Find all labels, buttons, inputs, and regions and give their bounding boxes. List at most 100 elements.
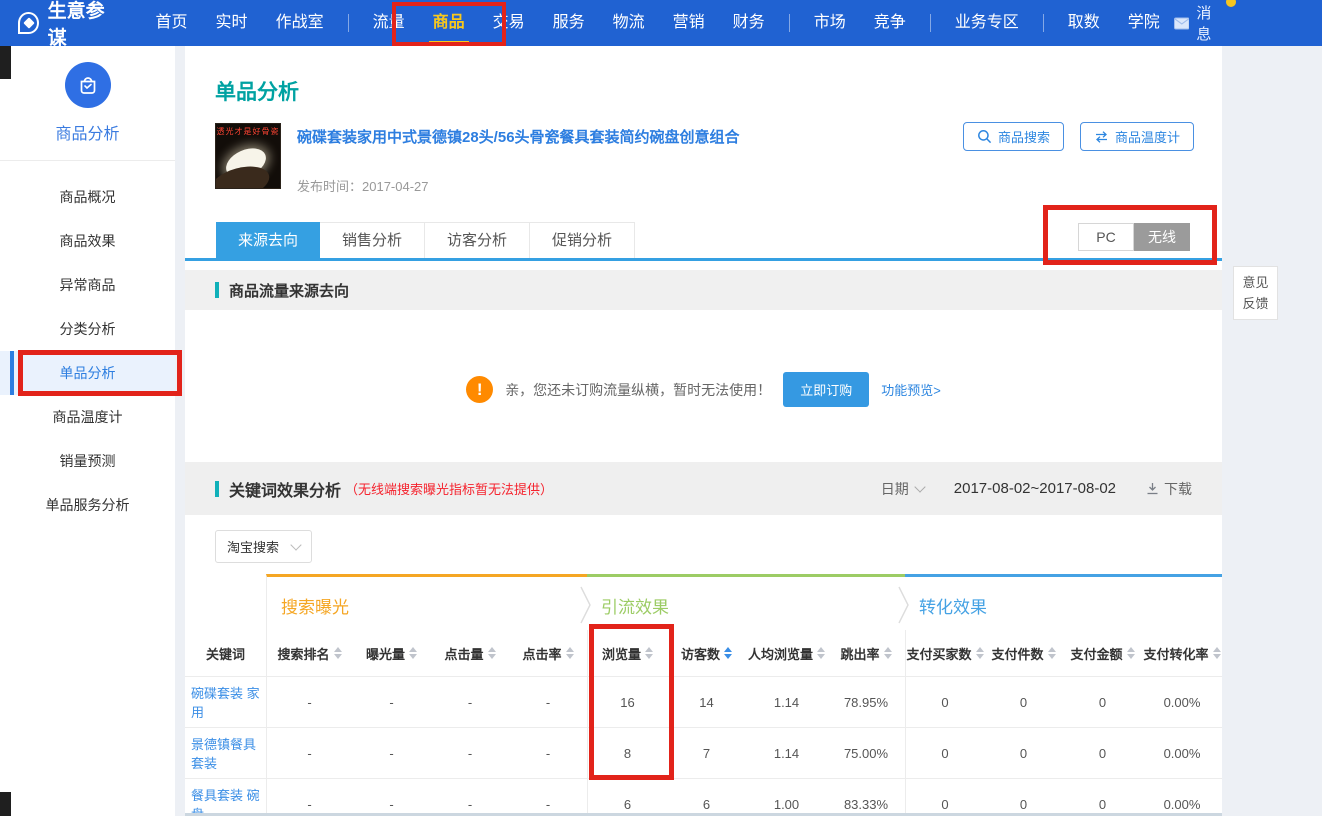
nav-item-home[interactable]: 首页 [142, 0, 202, 46]
table-cell-bounce-rate: 78.95% [827, 677, 905, 727]
download-label: 下载 [1164, 479, 1192, 499]
nav-item-academy[interactable]: 学院 [1114, 0, 1174, 46]
nav-item-traffic[interactable]: 流量 [359, 0, 419, 46]
sidebar-item-sales-forecast[interactable]: 销量预测 [0, 439, 175, 483]
tab-sales-analysis[interactable]: 销售分析 [320, 223, 425, 258]
keyword-section-note: （无线端搜索曝光指标暂无法提供） [345, 479, 553, 498]
nav-item-data-extract[interactable]: 取数 [1054, 0, 1114, 46]
feature-preview-link[interactable]: 功能预览> [881, 380, 941, 399]
nav-item-marketing[interactable]: 营销 [659, 0, 719, 46]
column-header-clicks[interactable]: 点击量 [431, 630, 509, 676]
header-actions: 商品搜索 商品温度计 [963, 122, 1194, 151]
column-header-buyers[interactable]: 支付买家数 [905, 630, 984, 676]
column-header-ctr[interactable]: 点击率 [509, 630, 587, 676]
sidebar-module-title: 商品分析 [0, 120, 175, 144]
nav-item-trade[interactable]: 交易 [479, 0, 539, 46]
table-cell-impressions: - [352, 728, 431, 778]
keyword-section-header: 关键词效果分析 （无线端搜索曝光指标暂无法提供） 日期 2017-08-02~2… [185, 462, 1222, 515]
column-header-conversion-rate[interactable]: 支付转化率 [1142, 630, 1222, 676]
nav-item-business-zone[interactable]: 业务专区 [941, 0, 1033, 46]
table-cell-search-rank: - [266, 779, 352, 816]
table-cell-items-paid: 0 [984, 677, 1063, 727]
column-header-avg-pageviews[interactable]: 人均浏览量 [746, 630, 827, 676]
sort-arrows-icon [488, 647, 496, 659]
compass-logo-icon [18, 12, 39, 34]
nav-item-competition[interactable]: 竞争 [860, 0, 920, 46]
product-thumbnail[interactable]: 透光才是好骨瓷 [215, 123, 281, 189]
message-label: 消息 [1196, 2, 1224, 44]
brand-logo[interactable]: 生意参谋 [18, 0, 118, 50]
message-button[interactable]: 消息 [1174, 2, 1224, 44]
column-header-visitors[interactable]: 访客数 [667, 630, 746, 676]
table-cell-conversion-rate: 0.00% [1142, 677, 1222, 727]
table-cell-impressions: - [352, 779, 431, 816]
order-now-button[interactable]: 立即订购 [783, 372, 869, 407]
sidebar-item-item-analysis[interactable]: 单品分析 [0, 351, 175, 395]
table-cell-conversion-rate: 0.00% [1142, 728, 1222, 778]
download-button[interactable]: 下载 [1146, 479, 1192, 499]
feedback-button[interactable]: 意见 反馈 [1233, 266, 1278, 320]
search-icon [977, 129, 992, 144]
source-filter-select[interactable]: 淘宝搜索 [215, 530, 312, 563]
column-header-pageviews[interactable]: 浏览量 [587, 630, 667, 676]
sidebar-menu: 商品概况商品效果异常商品分类分析单品分析商品温度计销量预测单品服务分析 [0, 161, 175, 527]
date-dropdown[interactable]: 日期 [881, 479, 924, 499]
table-cell-buyers: 0 [905, 779, 984, 816]
nav-item-war-room[interactable]: 作战室 [262, 0, 338, 46]
column-header-impressions[interactable]: 曝光量 [352, 630, 431, 676]
sidebar-item-abnormal-products[interactable]: 异常商品 [0, 263, 175, 307]
product-thermometer-button[interactable]: 商品温度计 [1080, 122, 1194, 151]
table-cell-avg-pageviews: 1.14 [746, 728, 827, 778]
table-cell-items-paid: 0 [984, 728, 1063, 778]
table-cell-payment-amount: 0 [1063, 677, 1142, 727]
keyword-link[interactable]: 餐具套装 碗盘 [185, 779, 266, 816]
notice-text: 亲，您还未订购流量纵横，暂时无法使用！ [505, 380, 771, 400]
nav-item-logistics[interactable]: 物流 [599, 0, 659, 46]
active-nav-underline [429, 41, 469, 44]
sidebar-item-item-service-analysis[interactable]: 单品服务分析 [0, 483, 175, 527]
warning-icon: ! [466, 376, 493, 403]
product-analysis-icon [65, 62, 111, 108]
column-header-bounce-rate[interactable]: 跳出率 [827, 630, 905, 676]
table-cell-pageviews: 8 [587, 728, 667, 778]
group-separator-chevron [897, 583, 913, 627]
table-cell-buyers: 0 [905, 728, 984, 778]
group-header-traffic-effect: 引流效果 [587, 574, 905, 630]
column-header-items-paid[interactable]: 支付件数 [984, 630, 1063, 676]
sidebar-item-product-overview[interactable]: 商品概况 [0, 175, 175, 219]
keyword-link[interactable]: 景德镇餐具套装 [185, 728, 266, 778]
tab-visitor-analysis[interactable]: 访客分析 [425, 223, 530, 258]
keyword-link[interactable]: 碗碟套装 家用 [185, 677, 266, 727]
table-row: 景德镇餐具套装----871.1475.00%0000.00% [185, 727, 1222, 778]
sort-arrows-icon [976, 647, 984, 659]
keyword-section-controls: 日期 2017-08-02~2017-08-02 下载 [881, 479, 1192, 499]
device-toggle-pc[interactable]: PC [1078, 223, 1134, 251]
product-title-link[interactable]: 碗碟套装家用中式景德镇28头/56头骨瓷餐具套装简约碗盘创意组合 [297, 126, 997, 147]
nav-item-realtime[interactable]: 实时 [202, 0, 262, 46]
nav-item-service[interactable]: 服务 [539, 0, 599, 46]
product-search-button[interactable]: 商品搜索 [963, 122, 1064, 151]
annotation-box-item-analysis [18, 350, 182, 396]
sidebar-item-product-thermometer[interactable]: 商品温度计 [0, 395, 175, 439]
nav-item-product[interactable]: 商品 [419, 0, 479, 46]
tab-promotion-analysis[interactable]: 促销分析 [530, 223, 634, 258]
column-header-search-rank[interactable]: 搜索排名 [266, 630, 352, 676]
sidebar-item-product-effect[interactable]: 商品效果 [0, 219, 175, 263]
table-row: 餐具套装 碗盘----661.0083.33%0000.00% [185, 778, 1222, 816]
sidebar-item-category-analysis[interactable]: 分类分析 [0, 307, 175, 351]
table-body: 碗碟套装 家用----16141.1478.95%0000.00%景德镇餐具套装… [185, 676, 1222, 816]
table-cell-conversion-rate: 0.00% [1142, 779, 1222, 816]
table-cell-visitors: 14 [667, 677, 746, 727]
tab-source-flow[interactable]: 来源去向 [216, 222, 320, 259]
table-cell-bounce-rate: 83.33% [827, 779, 905, 816]
date-range-value: 2017-08-02~2017-08-02 [954, 480, 1116, 497]
table-cell-payment-amount: 0 [1063, 728, 1142, 778]
sidebar-module-header[interactable]: 商品分析 [0, 46, 175, 161]
device-toggle: PC无线 [1078, 223, 1190, 251]
column-header-payment-amount[interactable]: 支付金额 [1063, 630, 1142, 676]
nav-item-finance[interactable]: 财务 [719, 0, 779, 46]
table-cell-clicks: - [431, 728, 509, 778]
sort-arrows-icon [884, 647, 892, 659]
device-toggle-wireless-active[interactable]: 无线 [1134, 223, 1190, 251]
nav-item-market[interactable]: 市场 [800, 0, 860, 46]
